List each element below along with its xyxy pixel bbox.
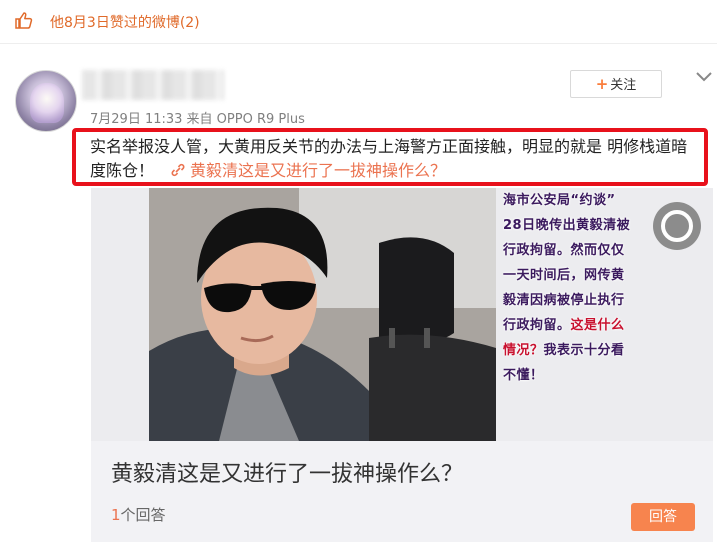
liked-posts-label[interactable]: 他8月3日赞过的微博(2) (50, 12, 200, 32)
plus-icon: + (595, 75, 609, 93)
avatar[interactable] (15, 70, 77, 132)
answer-button[interactable]: 回答 (631, 503, 695, 531)
username-blurred[interactable] (82, 70, 224, 100)
question-mark-icon[interactable] (653, 202, 701, 250)
person-photo (149, 188, 496, 441)
thumbs-up-icon (15, 12, 33, 29)
question-title[interactable]: 黄毅清这是又进行了一拔神操作么？ (111, 456, 463, 488)
follow-label: 关注 (610, 78, 637, 93)
card-image: 海市公安局“约谈” 28日晚传出黄毅清被 行政拘留。然而仅仅 一天时间后，网传黄… (91, 188, 713, 441)
follow-button[interactable]: + 关注 (570, 70, 662, 98)
answer-count: 1个回答 (111, 506, 166, 524)
overlay-news-text: 海市公安局“约谈” 28日晚传出黄毅清被 行政拘留。然而仅仅 一天时间后，网传黄… (503, 193, 631, 383)
liked-posts-bar: 他8月3日赞过的微博(2) (0, 0, 717, 44)
post-text-highlighted: 实名举报没人管，大黄用反关节的办法与上海警方正面接触，明显的就是 明修栈道暗度陈… (72, 128, 708, 186)
link-icon (171, 163, 185, 177)
chevron-down-icon[interactable] (694, 66, 714, 86)
question-card[interactable]: 海市公安局“约谈” 28日晚传出黄毅清被 行政拘留。然而仅仅 一天时间后，网传黄… (91, 188, 713, 542)
question-link[interactable]: 黄毅清这是又进行了一拔神操作么？ (190, 161, 446, 180)
post-meta: 7月29日 11:33 来自 OPPO R9 Plus (90, 112, 305, 127)
